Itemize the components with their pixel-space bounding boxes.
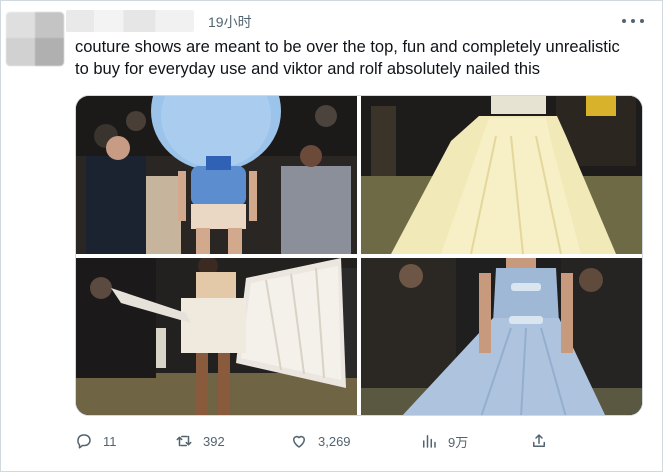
media-photo-2[interactable] [361,96,642,254]
retweet-count: 392 [203,433,225,449]
tweet-text: couture shows are meant to be over the t… [75,38,620,78]
reply-count: 11 [103,433,117,449]
author-name-redacted[interactable] [66,10,194,32]
views-button[interactable]: 9万 [420,430,468,452]
share-button[interactable] [530,430,558,452]
tweet-timestamp[interactable]: 19小时 [208,12,252,32]
views-count: 9万 [448,434,469,450]
media-photo-4[interactable] [361,258,642,415]
like-button[interactable]: 3,269 [290,430,351,452]
more-icon[interactable] [622,14,644,28]
like-count: 3,269 [318,433,351,449]
like-icon [293,435,305,448]
share-icon [533,434,545,447]
media-photo-1[interactable] [76,96,357,254]
reply-button[interactable]: 11 [75,430,117,452]
views-icon [423,435,436,448]
reply-icon [77,434,91,449]
action-bar: 11 392 3,269 9万 [75,430,635,452]
avatar[interactable] [6,12,64,66]
retweet-icon [176,435,192,447]
retweet-button[interactable]: 392 [175,430,225,452]
media-grid [75,95,643,416]
media-photo-3[interactable] [76,258,357,415]
